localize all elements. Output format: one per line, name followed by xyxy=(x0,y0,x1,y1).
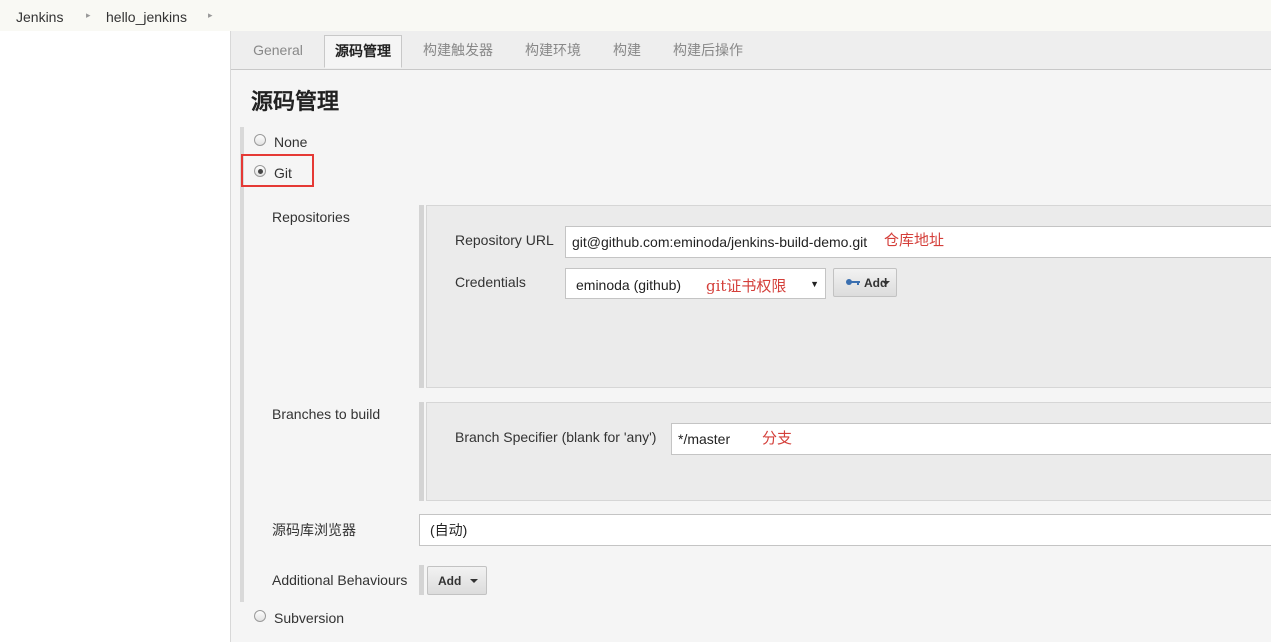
repo-browser-label: 源码库浏览器 xyxy=(272,522,356,538)
breadcrumb-jenkins[interactable]: Jenkins xyxy=(16,9,63,25)
section-title: 源码管理 xyxy=(251,89,340,114)
branch-note: 分支 xyxy=(762,429,793,447)
repository-url-value: git@github.com:eminoda/jenkins-build-dem… xyxy=(572,234,868,250)
dropdown-arrow-icon: ▼ xyxy=(810,279,819,289)
repositories-label: Repositories xyxy=(272,209,350,225)
radio-subversion-label[interactable]: Subversion xyxy=(274,610,344,626)
additional-add-label: Add xyxy=(438,574,462,588)
additional-add-button[interactable]: Add xyxy=(427,566,487,595)
sidebar xyxy=(0,31,231,642)
tab-build[interactable]: 构建 xyxy=(602,37,652,69)
additional-behaviours-label: Additional Behaviours xyxy=(272,572,408,588)
caret-down-icon xyxy=(470,579,478,583)
radio-none[interactable] xyxy=(254,134,266,146)
repository-url-note: 仓库地址 xyxy=(884,231,945,249)
tab-general[interactable]: General xyxy=(240,37,316,69)
credentials-note: git证书权限 xyxy=(706,277,787,295)
repo-browser-select[interactable]: (自动) xyxy=(419,514,1271,546)
repo-browser-value: (自动) xyxy=(430,522,468,538)
radio-selected-dot xyxy=(258,169,263,174)
repository-url-label: Repository URL xyxy=(455,232,554,248)
git-config-bar xyxy=(240,198,244,602)
branch-specifier-value: */master xyxy=(678,431,731,447)
breadcrumb: Jenkins ▸ hello_jenkins ▸ xyxy=(0,0,1271,32)
tab-post-build[interactable]: 构建后操作 xyxy=(662,37,754,69)
caret-down-icon xyxy=(882,281,890,285)
credentials-select[interactable]: eminoda (github) git证书权限 ▼ xyxy=(565,268,826,299)
tab-build-triggers[interactable]: 构建触发器 xyxy=(412,37,504,69)
branches-panel-bar xyxy=(419,402,424,501)
radio-git[interactable] xyxy=(254,165,266,177)
chevron-right-icon[interactable]: ▸ xyxy=(208,10,213,21)
credentials-label: Credentials xyxy=(455,274,526,290)
additional-behaviours-bar xyxy=(419,565,424,595)
branches-label: Branches to build xyxy=(272,406,381,422)
credentials-add-button[interactable]: Add xyxy=(833,268,897,297)
radio-git-label[interactable]: Git xyxy=(274,165,292,181)
branch-specifier-label: Branch Specifier (blank for 'any') xyxy=(455,429,657,445)
radio-subversion[interactable] xyxy=(254,610,266,622)
key-icon xyxy=(846,279,860,285)
tab-build-environment[interactable]: 构建环境 xyxy=(514,37,592,69)
credentials-value: eminoda (github) xyxy=(576,277,682,293)
tab-scm[interactable]: 源码管理 xyxy=(324,35,402,68)
chevron-right-icon[interactable]: ▸ xyxy=(86,10,91,21)
breadcrumb-hello-jenkins[interactable]: hello_jenkins xyxy=(106,9,187,25)
branch-specifier-input[interactable]: */master xyxy=(671,423,1271,455)
radio-none-label[interactable]: None xyxy=(274,134,307,150)
repositories-panel-bar xyxy=(419,205,424,388)
